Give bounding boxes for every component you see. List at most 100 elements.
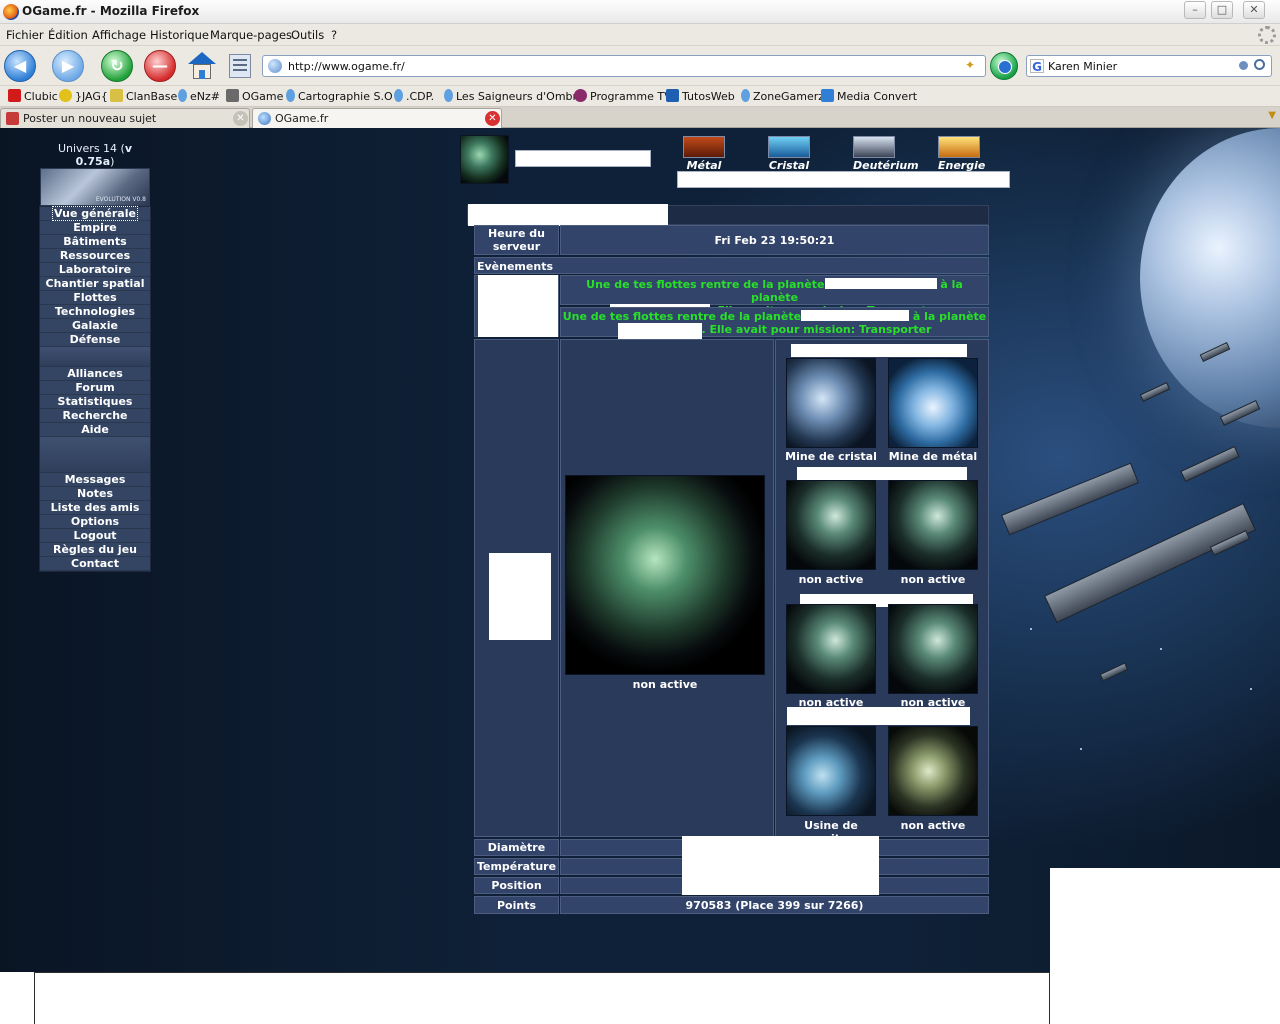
forward-button[interactable]: ▶ [52,50,84,82]
bookmark-media-convert[interactable]: Media Convert [821,89,917,104]
search-bar[interactable]: G [1026,55,1272,77]
reload-button[interactable]: ↻ [101,50,133,82]
server-time: Fri Feb 23 19:50:21 [714,233,835,247]
stop-icon: — [152,56,168,75]
close-tab-icon[interactable]: ✕ [233,111,248,126]
menu-defense[interactable]: Défense [40,333,150,347]
left-menu: Vue générale Empire Bâtiments Ressources… [39,206,151,572]
moon-image[interactable] [888,604,978,694]
menu-options[interactable]: Options [40,515,150,529]
menu-galaxie[interactable]: Galaxie [40,319,150,333]
event2-text: Une de tes flottes rentre de la planète … [560,307,989,343]
menu-fichier[interactable]: Fichier [6,28,44,42]
menu-flottes[interactable]: Flottes [40,291,150,305]
maximize-button[interactable]: □ [1211,1,1233,19]
moon-image[interactable] [888,480,978,570]
event-text: à la planète [912,310,987,323]
blank-region [1050,868,1280,1024]
bookmark-clanbase[interactable]: ClanBase [110,89,177,104]
menu-empire[interactable]: Empire [40,221,150,235]
moon-image[interactable] [786,358,876,448]
moon-caption: non active [900,573,966,586]
arrow-right-icon: ▶ [61,56,75,75]
minimize-button[interactable]: – [1184,1,1206,19]
menu-vue-generale[interactable]: Vue générale [40,206,150,221]
moon-image[interactable] [786,604,876,694]
event-origin-planet[interactable] [824,278,937,289]
menu-laboratoire[interactable]: Laboratoire [40,263,150,277]
menu-ressources[interactable]: Ressources [40,249,150,263]
menu-liste-des-amis[interactable]: Liste des amis [40,501,150,515]
event1-text: Une de tes flottes rentre de la planète … [560,275,989,317]
event-text: Une de tes flottes rentre de la planète [586,278,825,291]
moon-image[interactable] [786,726,876,816]
rss-icon[interactable]: ✦ [965,59,977,71]
tab-list-icon[interactable]: ▼ [1268,110,1276,121]
menu-batiments[interactable]: Bâtiments [40,235,150,249]
stop-button[interactable]: — [144,50,176,82]
bookmark-enz[interactable]: eNz# [178,89,220,104]
throbber-icon [1258,26,1276,44]
menu-historique[interactable]: Historique [150,28,209,42]
tab-ogame[interactable]: OGame.fr ✕ [252,108,502,128]
event-origin-planet[interactable] [801,310,910,321]
menu-contact[interactable]: Contact [40,557,150,571]
bookmark-clubic[interactable]: Clubic [8,89,58,104]
pin-icon [741,89,750,102]
univers-suffix: ) [110,155,115,168]
bookmark-zonegamerz[interactable]: ZoneGamerz [741,89,824,104]
menu-recherche[interactable]: Recherche [40,409,150,423]
menu-statistiques[interactable]: Statistiques [40,395,150,409]
ogame-favicon-icon [258,112,271,125]
moon-image[interactable] [888,358,978,448]
back-button[interactable]: ◀ [4,50,36,82]
url-input[interactable] [288,58,938,74]
background-moon [1140,128,1280,428]
moon-image[interactable] [888,726,978,816]
url-bar[interactable]: ✦ [262,55,986,77]
menu-logout[interactable]: Logout [40,529,150,543]
menu-outils[interactable]: Outils [291,28,324,42]
bookmark-saigneurs[interactable]: Les Saigneurs d'Ombre [444,89,584,104]
menu-marque-pages[interactable]: Marque-pages [210,28,292,42]
menu-edition[interactable]: Édition [48,28,88,42]
menu-affichage[interactable]: Affichage [92,28,146,42]
google-icon[interactable]: G [1030,59,1044,74]
position-label: Position [474,877,559,894]
current-planet-image[interactable] [460,135,509,184]
bookmark-label: Clubic [24,90,58,103]
bookmark-cdp[interactable]: .CDP. [394,89,434,104]
bookmark-label: ZoneGamerz [753,90,825,103]
home-button[interactable] [186,50,218,82]
menu-alliances[interactable]: Alliances [40,367,150,381]
ogame-icon [226,89,239,102]
bookmark-tutosweb[interactable]: TutosWeb [666,89,735,104]
background-ship [1180,445,1240,483]
bookmark-ogame[interactable]: OGame [226,89,283,104]
search-input[interactable] [1048,58,1238,74]
menu-technologies[interactable]: Technologies [40,305,150,319]
bookmark-label: OGame [242,90,284,103]
menu-help[interactable]: ? [331,28,337,42]
bookmark-cartographie[interactable]: Cartographie S.O [286,89,393,104]
search-icon[interactable] [1254,59,1265,70]
main-planet-image[interactable] [565,475,765,675]
moon-image[interactable] [786,480,876,570]
bookmark-jag[interactable]: }JAG{ [59,89,108,104]
tab-poster-sujet[interactable]: Poster un nouveau sujet ✕ [0,108,250,128]
history-sidebar-button[interactable] [229,54,251,78]
bookmark-label: ClanBase [126,90,178,103]
go-button[interactable] [990,52,1018,80]
close-tab-icon[interactable]: ✕ [485,111,500,126]
menu-aide[interactable]: Aide [40,423,150,437]
planet-selector[interactable] [515,150,651,167]
moon-group-title [787,707,970,725]
search-options-icon[interactable] [1239,61,1248,70]
bookmark-programme-tv[interactable]: Programme TV [574,89,672,104]
menu-forum[interactable]: Forum [40,381,150,395]
menu-messages[interactable]: Messages [40,473,150,487]
close-button[interactable]: ✕ [1243,1,1265,19]
menu-regles-du-jeu[interactable]: Règles du jeu [40,543,150,557]
menu-notes[interactable]: Notes [40,487,150,501]
menu-chantier-spatial[interactable]: Chantier spatial [40,277,150,291]
